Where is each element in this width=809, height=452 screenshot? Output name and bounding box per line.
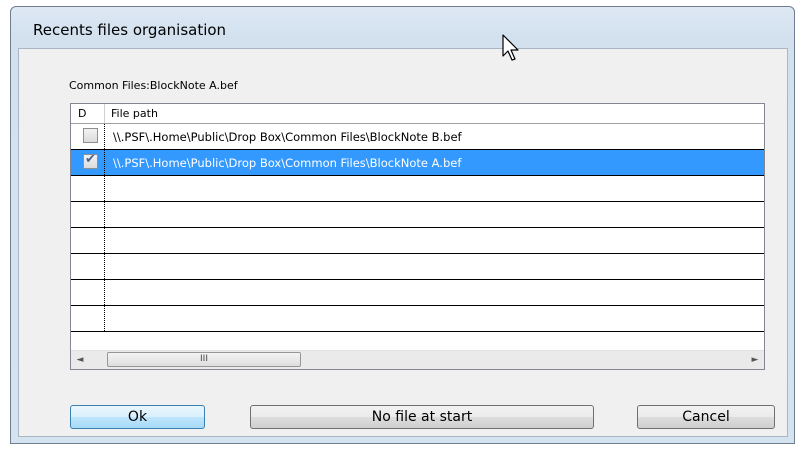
scroll-left-arrow-icon[interactable]: ◄ (71, 351, 89, 369)
scroll-right-arrow-icon[interactable]: ► (746, 351, 764, 369)
table-row[interactable] (71, 306, 764, 332)
row-file-path: \\.PSF\.Home\Public\Drop Box\Common File… (113, 156, 462, 170)
dialog-content: Common Files:BlockNote A.bef D File path… (18, 48, 788, 437)
row-checkbox-cell (71, 176, 105, 201)
column-divider[interactable] (104, 104, 105, 123)
table-row[interactable] (71, 202, 764, 228)
checkmark-icon: ✔ (85, 152, 96, 167)
row-checkbox-cell: ✔ (71, 150, 105, 175)
row-checkbox-cell (71, 202, 105, 227)
row-checkbox-cell (71, 124, 105, 149)
row-checkbox-cell (71, 280, 105, 305)
row-checkbox-cell (71, 228, 105, 253)
row-checkbox-cell (71, 254, 105, 279)
no-file-at-start-button[interactable]: No file at start (250, 405, 594, 429)
window-title: Recents files organisation (33, 21, 227, 39)
dialog-window: Recents files organisation Common Files:… (10, 6, 795, 444)
table-row[interactable] (71, 254, 764, 280)
table-row[interactable] (71, 176, 764, 202)
table-body: \\.PSF\.Home\Public\Drop Box\Common File… (71, 124, 764, 332)
table-header: D File path (71, 104, 764, 124)
column-header-d[interactable]: D (78, 107, 86, 120)
column-header-file-path[interactable]: File path (111, 107, 158, 120)
row-checkbox[interactable] (83, 128, 98, 143)
table-row[interactable]: \\.PSF\.Home\Public\Drop Box\Common File… (71, 124, 764, 150)
horizontal-scrollbar[interactable]: ◄ III ► (71, 350, 764, 369)
scroll-thumb[interactable]: III (107, 352, 301, 367)
cancel-button[interactable]: Cancel (637, 405, 775, 429)
table-row[interactable] (71, 228, 764, 254)
table-row[interactable] (71, 280, 764, 306)
current-file-label: Common Files:BlockNote A.bef (69, 79, 238, 92)
row-checkbox[interactable]: ✔ (83, 152, 98, 169)
title-bar[interactable]: Recents files organisation (11, 7, 794, 43)
mouse-pointer-icon (502, 34, 519, 61)
row-checkbox-cell (71, 306, 105, 331)
recent-files-table[interactable]: D File path \\.PSF\.Home\Public\Drop Box… (70, 103, 765, 370)
ok-button[interactable]: Ok (70, 405, 205, 429)
table-row[interactable]: ✔ \\.PSF\.Home\Public\Drop Box\Common Fil… (71, 150, 764, 176)
row-file-path: \\.PSF\.Home\Public\Drop Box\Common File… (113, 130, 462, 144)
